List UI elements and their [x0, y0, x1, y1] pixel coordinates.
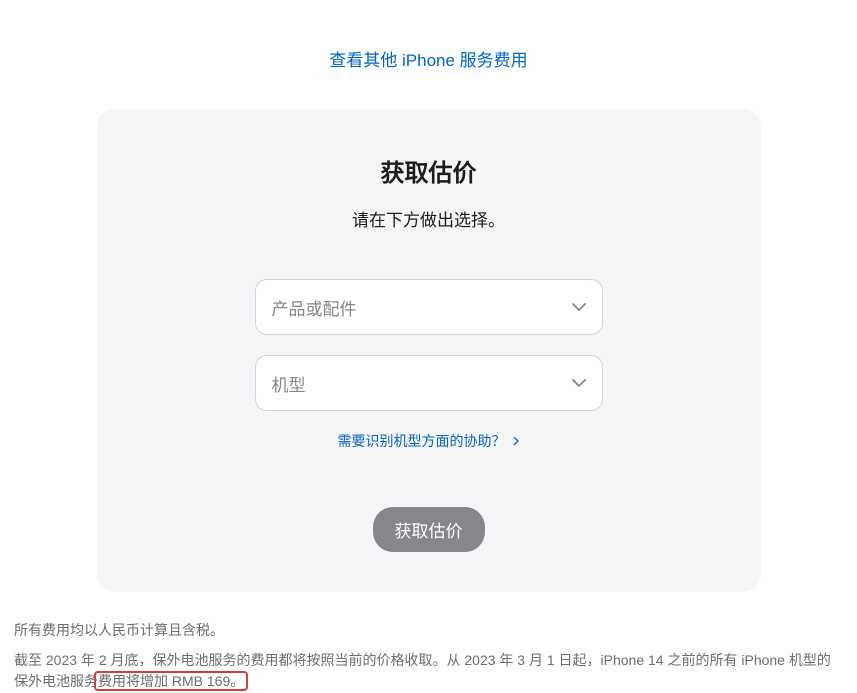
- top-link[interactable]: 查看其他 iPhone 服务费用: [329, 46, 527, 71]
- card-subtitle: 请在下方做出选择。: [352, 206, 505, 231]
- highlighted-text: 费用将增加 RMB 169。: [98, 673, 244, 689]
- help-text: 需要识别机型方面的协助？: [338, 431, 506, 451]
- product-select[interactable]: 产品或配件: [255, 279, 603, 335]
- footer-notes: 所有费用均以人民币计算且含税。 截至 2023 年 2 月底，保外电池服务的费用…: [14, 620, 844, 693]
- chevron-right-icon: [512, 437, 520, 445]
- footer-note-1: 所有费用均以人民币计算且含税。: [14, 620, 844, 642]
- get-estimate-button[interactable]: 获取估价: [373, 507, 485, 552]
- product-placeholder: 产品或配件: [272, 295, 357, 320]
- card-title: 获取估价: [381, 153, 477, 188]
- chevron-down-icon: [572, 376, 586, 390]
- model-select[interactable]: 机型: [255, 355, 603, 411]
- chevron-down-icon: [572, 300, 586, 314]
- estimate-card: 获取估价 请在下方做出选择。 产品或配件 机型 需要识别机型方面的协助？ 获取估…: [97, 109, 761, 592]
- help-link[interactable]: 需要识别机型方面的协助？: [338, 431, 520, 451]
- model-placeholder: 机型: [272, 371, 306, 396]
- footer-note-2: 截至 2023 年 2 月底，保外电池服务的费用都将按照当前的价格收取。从 20…: [14, 650, 844, 693]
